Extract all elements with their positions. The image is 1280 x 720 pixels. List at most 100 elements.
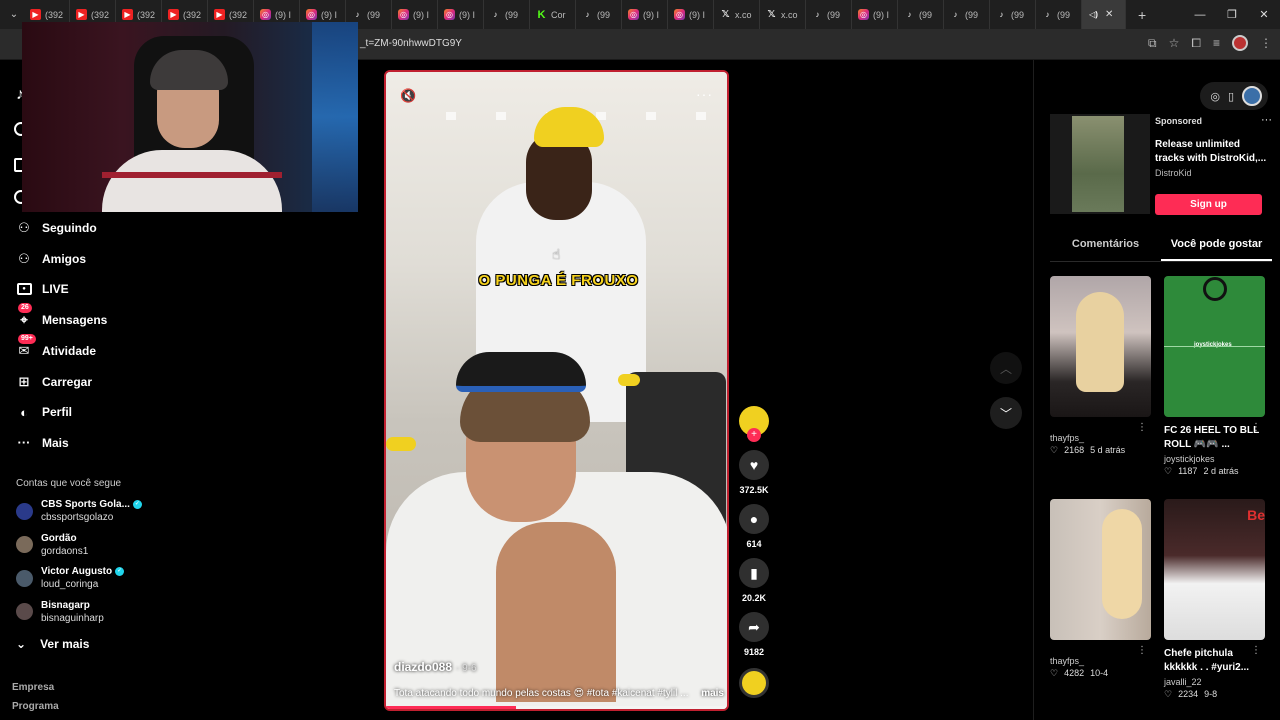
sidebar-item-amigos[interactable]: ⚇ Amigos (16, 251, 86, 267)
browser-tab-label: (99 (597, 9, 611, 20)
creator-avatar[interactable]: + (739, 406, 769, 442)
card-username[interactable]: thayfps_ (1050, 656, 1151, 666)
compass-icon[interactable]: ◎ (1210, 90, 1220, 103)
sidebar-item-mensagens[interactable]: ⌖ 26 Mensagens (16, 303, 107, 328)
sidebar-item-seguindo[interactable]: ⚇ Seguindo (16, 220, 97, 236)
mobile-icon[interactable]: ▯ (1228, 90, 1234, 103)
video-description-more-button[interactable]: mais (701, 688, 724, 699)
ad-title[interactable]: Release unlimited tracks with DistroKid,… (1155, 138, 1267, 166)
card-spacer (1050, 417, 1151, 431)
browser-tab[interactable]: ◎ (9) I (668, 0, 714, 29)
browser-tab[interactable]: ♪ (99 (990, 0, 1036, 29)
card-more-icon[interactable]: ⋮ (1137, 422, 1147, 433)
card-username[interactable]: javalli_22 (1164, 677, 1265, 687)
card-title[interactable]: Chefe pitchula kkkkkk . . #yuri2... (1164, 647, 1265, 675)
close-tab-icon[interactable]: ✕ (1105, 9, 1113, 20)
instagram-favicon-icon: ◎ (674, 9, 685, 20)
browser-tab[interactable]: ◎ (9) I (392, 0, 438, 29)
save-button[interactable]: ▮ (739, 558, 769, 588)
install-app-icon[interactable]: ⧉ (1148, 36, 1157, 51)
video-thumbnail[interactable] (1050, 499, 1151, 640)
sidebar-item-label: Mais (42, 435, 69, 450)
video-progress-bar[interactable] (386, 706, 727, 709)
footer-link-company[interactable]: Empresa (12, 682, 54, 693)
bookmark-star-icon[interactable]: ☆ (1169, 36, 1180, 50)
share-button[interactable]: ➦ (739, 612, 769, 642)
browser-profile-avatar[interactable] (1232, 35, 1248, 51)
video-thumbnail[interactable]: joystickjokes (1164, 276, 1265, 417)
new-tab-button[interactable]: + (1138, 7, 1146, 23)
footer-link-program[interactable]: Programa (12, 701, 59, 712)
notification-badge: 99+ (18, 333, 36, 344)
ad-thumbnail[interactable] (1050, 114, 1150, 214)
browser-tab[interactable]: ♪ (99 (484, 0, 530, 29)
followed-account[interactable]: CBS Sports Gola... ✓ cbssportsgolazo (16, 498, 142, 524)
video-thumbnail[interactable]: Be (1164, 499, 1265, 640)
sidebar-item-carregar[interactable]: ⊞ Carregar (16, 374, 92, 390)
kick-favicon-icon: K (537, 8, 546, 21)
tab-search-button[interactable]: ⌄ (4, 5, 24, 25)
ad-signup-button[interactable]: Sign up (1155, 194, 1262, 215)
video-author[interactable]: diazdo088 (394, 660, 452, 674)
tiktok-favicon-icon: ♪ (585, 10, 590, 19)
browser-menu-icon[interactable]: ⋮ (1260, 36, 1272, 50)
tab-you-may-like[interactable]: Você pode gostar (1161, 232, 1272, 261)
previous-video-button[interactable]: ︿ (990, 352, 1022, 384)
card-title[interactable]: FC 26 HEEL TO BLL ROLL 🎮🎮 ... (1164, 424, 1265, 452)
video-more-options-icon[interactable]: ··· (696, 86, 713, 102)
card-more-icon[interactable]: ⋮ (1251, 422, 1261, 433)
browser-tab[interactable]: ◎ (9) I (622, 0, 668, 29)
mute-icon[interactable]: 🔇 (400, 88, 416, 104)
account-text: Victor Augusto ✓ loud_coringa (41, 565, 125, 591)
see-more-button[interactable]: ⌄ Ver mais (16, 637, 89, 651)
suggested-video-card[interactable]: joystickjokes ⋮ FC 26 HEEL TO BLL ROLL 🎮🎮 … (1164, 276, 1265, 477)
card-more-icon[interactable]: ⋮ (1251, 645, 1261, 656)
video-thumbnail[interactable] (1050, 276, 1151, 417)
url-text[interactable]: _t=ZM-90nhwwDTG9Y (360, 38, 462, 49)
card-username[interactable]: joystickjokes (1164, 454, 1265, 464)
card-more-icon[interactable]: ⋮ (1137, 645, 1147, 656)
ad-more-icon[interactable]: ··· (1261, 114, 1272, 126)
music-disc-icon[interactable] (739, 668, 769, 698)
avatar (16, 569, 33, 587)
webcam-shirt-stripe (102, 172, 282, 178)
minimize-button[interactable]: — (1184, 9, 1216, 21)
browser-tab[interactable]: ♪ (99 (806, 0, 852, 29)
account-name-row: Gordão (41, 532, 88, 545)
card-username[interactable]: thayfps_ (1050, 433, 1151, 443)
follow-plus-icon[interactable]: + (747, 428, 761, 442)
followed-account[interactable]: Victor Augusto ✓ loud_coringa (16, 565, 125, 591)
extensions-icon[interactable]: ⧠ (1191, 36, 1201, 51)
browser-tab[interactable]: ♪ (99 (898, 0, 944, 29)
browser-tab-active[interactable]: ◁) ✕ (1082, 0, 1126, 29)
sidebar-item-live[interactable]: ● LIVE (16, 281, 69, 297)
browser-tab[interactable]: ♪ (99 (944, 0, 990, 29)
browser-tab[interactable]: ◎ (9) I (438, 0, 484, 29)
close-window-button[interactable]: ✕ (1248, 8, 1280, 21)
account-username: cbssportsgolazo (41, 512, 114, 523)
browser-tab[interactable]: K Cor (530, 0, 576, 29)
like-button[interactable]: ♥ (739, 450, 769, 480)
sponsored-ad[interactable]: Sponsored ··· Release unlimited tracks w… (1050, 114, 1272, 216)
audio-playing-icon: ◁) (1089, 10, 1098, 19)
video-player[interactable]: O PUNGA É FROUXO 🔇 ··· ☝ diazdo088 · 9-6 … (384, 70, 729, 711)
followed-account[interactable]: Gordão gordaons1 (16, 532, 88, 558)
browser-tab[interactable]: ♪ (99 (1036, 0, 1082, 29)
browser-tab[interactable]: ◎ (9) I (852, 0, 898, 29)
media-control-icon[interactable]: ≡ (1213, 36, 1220, 50)
sidebar-item-atividade[interactable]: ✉ 99+ Atividade (16, 333, 96, 359)
suggested-video-card[interactable]: ⋮ thayfps_ ♡ 4282 10-4 (1050, 499, 1151, 679)
sidebar-item-perfil[interactable]: ◐ Perfil (16, 404, 72, 420)
suggested-video-card[interactable]: ⋮ thayfps_ ♡ 2168 5 d atrás (1050, 276, 1151, 456)
next-video-button[interactable]: ﹀ (990, 397, 1022, 429)
sidebar-item-mais[interactable]: ··· Mais (16, 435, 69, 451)
followed-account[interactable]: Bisnagarp bisnaguinharp (16, 599, 104, 625)
suggested-video-card[interactable]: Be ⋮ Chefe pitchula kkkkkk . . #yuri2... ja… (1164, 499, 1265, 700)
browser-tab[interactable]: ♪ (99 (576, 0, 622, 29)
comment-button[interactable]: ● (739, 504, 769, 534)
restore-button[interactable]: ❐ (1216, 8, 1248, 21)
user-avatar[interactable] (1242, 86, 1262, 106)
browser-tab[interactable]: 𝕏x.co (714, 0, 760, 29)
tab-comments[interactable]: Comentários (1050, 232, 1161, 261)
browser-tab[interactable]: 𝕏x.co (760, 0, 806, 29)
